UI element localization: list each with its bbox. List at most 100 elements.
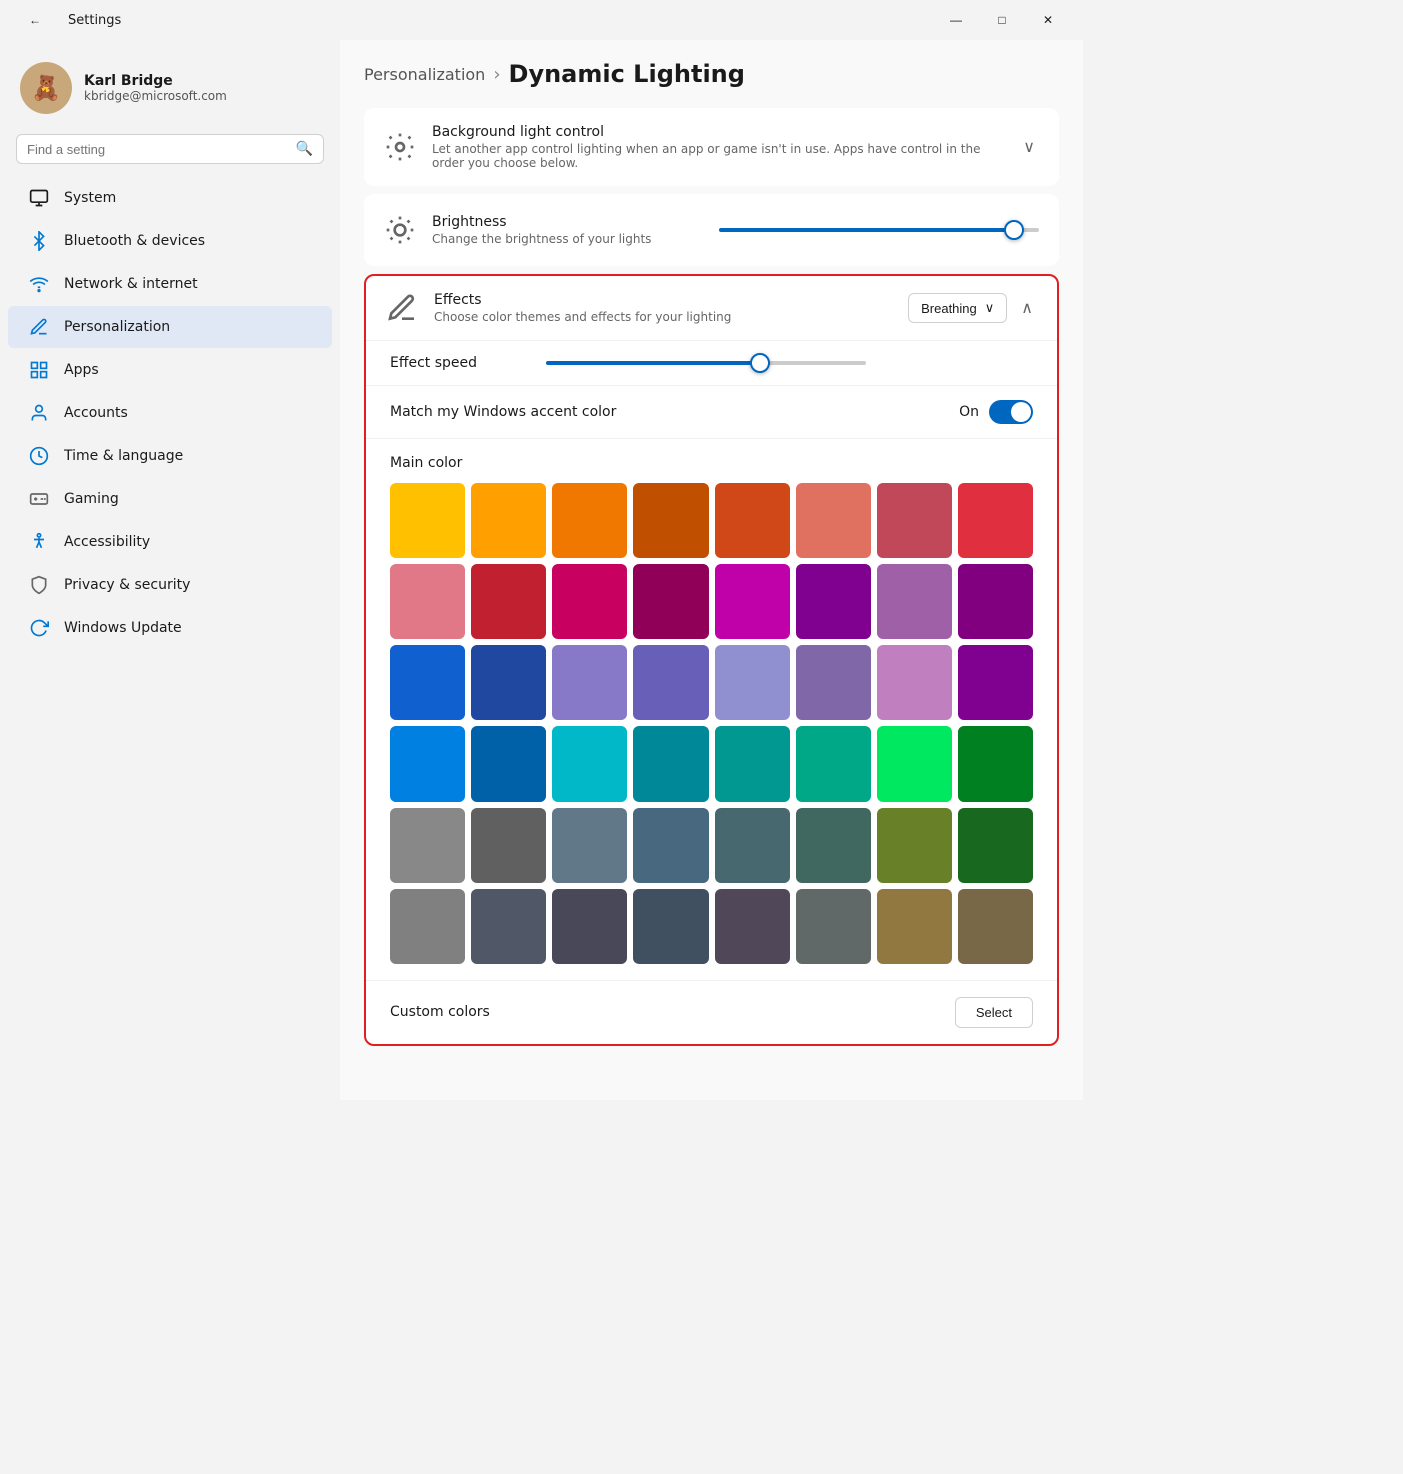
color-swatch-35[interactable] <box>633 808 708 883</box>
sidebar-item-accessibility[interactable]: Accessibility <box>8 521 332 563</box>
search-input[interactable] <box>27 142 288 157</box>
color-swatch-25[interactable] <box>471 726 546 801</box>
effects-header-row: Effects Choose color themes and effects … <box>366 276 1057 341</box>
color-swatch-26[interactable] <box>552 726 627 801</box>
color-swatch-39[interactable] <box>958 808 1033 883</box>
color-swatch-19[interactable] <box>633 645 708 720</box>
privacy-nav-icon <box>28 574 50 596</box>
accounts-nav-icon <box>28 402 50 424</box>
color-swatch-44[interactable] <box>715 889 790 964</box>
avatar: 🧸 <box>20 62 72 114</box>
back-button[interactable]: ← <box>12 4 58 36</box>
effects-collapse-button[interactable]: ∧ <box>1017 294 1037 322</box>
color-swatch-34[interactable] <box>552 808 627 883</box>
custom-colors-select-button[interactable]: Select <box>955 997 1033 1028</box>
color-swatch-18[interactable] <box>552 645 627 720</box>
brightness-slider-container <box>719 228 1039 232</box>
sidebar-item-update[interactable]: Windows Update <box>8 607 332 649</box>
color-swatch-38[interactable] <box>877 808 952 883</box>
accessibility-nav-icon <box>28 531 50 553</box>
color-swatch-12[interactable] <box>715 564 790 639</box>
sidebar-item-time[interactable]: Time & language <box>8 435 332 477</box>
effects-dropdown[interactable]: Breathing ∨ <box>908 293 1007 323</box>
sidebar-item-label-update: Windows Update <box>64 620 182 636</box>
color-swatch-24[interactable] <box>390 726 465 801</box>
color-swatch-10[interactable] <box>552 564 627 639</box>
color-swatch-1[interactable] <box>471 483 546 558</box>
custom-colors-label: Custom colors <box>390 1004 955 1020</box>
sidebar-item-privacy[interactable]: Privacy & security <box>8 564 332 606</box>
color-swatch-33[interactable] <box>471 808 546 883</box>
color-swatch-3[interactable] <box>633 483 708 558</box>
bg-light-chevron[interactable]: ∨ <box>1019 133 1039 161</box>
effects-selected: Breathing <box>921 301 977 316</box>
color-swatch-7[interactable] <box>958 483 1033 558</box>
sidebar-item-personalization[interactable]: Personalization <box>8 306 332 348</box>
color-swatch-15[interactable] <box>958 564 1033 639</box>
color-swatch-21[interactable] <box>796 645 871 720</box>
color-swatch-27[interactable] <box>633 726 708 801</box>
system-nav-icon <box>28 187 50 209</box>
search-box[interactable]: 🔍 <box>16 134 324 164</box>
brightness-title: Brightness <box>432 214 703 230</box>
color-swatch-36[interactable] <box>715 808 790 883</box>
sidebar-item-network[interactable]: Network & internet <box>8 263 332 305</box>
color-swatch-0[interactable] <box>390 483 465 558</box>
color-swatch-9[interactable] <box>471 564 546 639</box>
user-name: Karl Bridge <box>84 73 227 89</box>
bg-light-text: Background light control Let another app… <box>432 124 1003 170</box>
sidebar-item-gaming[interactable]: Gaming <box>8 478 332 520</box>
sidebar-item-system[interactable]: System <box>8 177 332 219</box>
brightness-slider[interactable] <box>719 228 1039 232</box>
breadcrumb: Personalization › Dynamic Lighting <box>364 60 1059 88</box>
color-swatch-17[interactable] <box>471 645 546 720</box>
color-swatch-46[interactable] <box>877 889 952 964</box>
color-swatch-8[interactable] <box>390 564 465 639</box>
sidebar-item-bluetooth[interactable]: Bluetooth & devices <box>8 220 332 262</box>
accent-toggle[interactable] <box>989 400 1033 424</box>
color-swatch-30[interactable] <box>877 726 952 801</box>
color-swatch-31[interactable] <box>958 726 1033 801</box>
color-swatch-45[interactable] <box>796 889 871 964</box>
effects-title: Effects <box>434 292 892 308</box>
color-swatch-6[interactable] <box>877 483 952 558</box>
color-swatch-42[interactable] <box>552 889 627 964</box>
sidebar-item-label-time: Time & language <box>64 448 183 464</box>
color-swatch-13[interactable] <box>796 564 871 639</box>
color-swatch-2[interactable] <box>552 483 627 558</box>
color-swatch-4[interactable] <box>715 483 790 558</box>
sidebar-item-label-personalization: Personalization <box>64 319 170 335</box>
effect-speed-slider[interactable] <box>546 361 866 365</box>
color-swatch-14[interactable] <box>877 564 952 639</box>
main-content: Personalization › Dynamic Lighting Backg… <box>340 40 1083 1100</box>
bg-light-card: Background light control Let another app… <box>364 108 1059 186</box>
color-swatch-29[interactable] <box>796 726 871 801</box>
color-swatch-41[interactable] <box>471 889 546 964</box>
color-swatch-40[interactable] <box>390 889 465 964</box>
sidebar-item-label-network: Network & internet <box>64 276 198 292</box>
brightness-icon <box>384 214 416 246</box>
color-swatch-32[interactable] <box>390 808 465 883</box>
minimize-button[interactable]: — <box>933 4 979 36</box>
sidebar: 🧸 Karl Bridge kbridge@microsoft.com 🔍 Sy… <box>0 40 340 1100</box>
color-swatch-16[interactable] <box>390 645 465 720</box>
nav-list: System Bluetooth & devices Network & int… <box>0 176 340 650</box>
color-swatch-20[interactable] <box>715 645 790 720</box>
color-swatch-43[interactable] <box>633 889 708 964</box>
maximize-button[interactable]: □ <box>979 4 1025 36</box>
color-swatch-47[interactable] <box>958 889 1033 964</box>
sidebar-item-label-gaming: Gaming <box>64 491 119 507</box>
close-button[interactable]: ✕ <box>1025 4 1071 36</box>
sidebar-item-label-privacy: Privacy & security <box>64 577 190 593</box>
sidebar-item-accounts[interactable]: Accounts <box>8 392 332 434</box>
color-swatch-37[interactable] <box>796 808 871 883</box>
color-swatch-22[interactable] <box>877 645 952 720</box>
sidebar-item-apps[interactable]: Apps <box>8 349 332 391</box>
search-icon: 🔍 <box>296 141 313 157</box>
color-swatch-23[interactable] <box>958 645 1033 720</box>
color-swatch-5[interactable] <box>796 483 871 558</box>
brightness-subtitle: Change the brightness of your lights <box>432 232 703 246</box>
color-swatch-28[interactable] <box>715 726 790 801</box>
effects-icon <box>386 292 418 324</box>
color-swatch-11[interactable] <box>633 564 708 639</box>
